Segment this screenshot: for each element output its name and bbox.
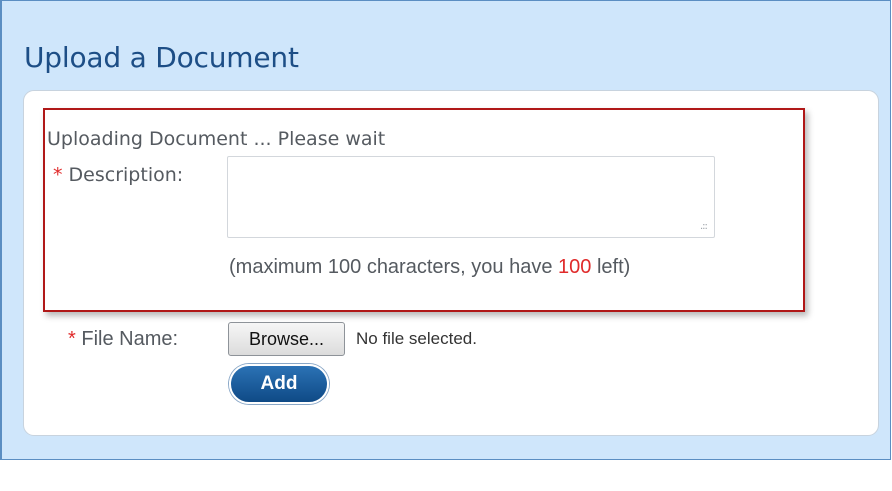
file-name-label-text: File Name:: [81, 328, 179, 350]
characters-remaining: 100: [558, 256, 592, 278]
add-button[interactable]: Add: [229, 364, 329, 404]
upload-status-text: Uploading Document ... Please wait: [47, 128, 386, 150]
description-label: * Description:: [53, 162, 183, 188]
character-counter: (maximum 100 characters, you have 100 le…: [229, 254, 630, 280]
browse-button[interactable]: Browse...: [228, 322, 345, 356]
counter-prefix: (maximum 100 characters, you have: [229, 256, 559, 278]
description-input[interactable]: [227, 156, 715, 238]
description-label-text: Description:: [68, 164, 184, 186]
required-marker: *: [68, 328, 76, 350]
required-marker: *: [53, 164, 63, 186]
page-title: Upload a Document: [24, 41, 299, 74]
resize-grip-icon[interactable]: .::: [700, 222, 708, 232]
file-name-label: * File Name:: [68, 326, 178, 352]
counter-suffix: left): [591, 256, 631, 278]
file-status-text: No file selected.: [356, 329, 477, 348]
